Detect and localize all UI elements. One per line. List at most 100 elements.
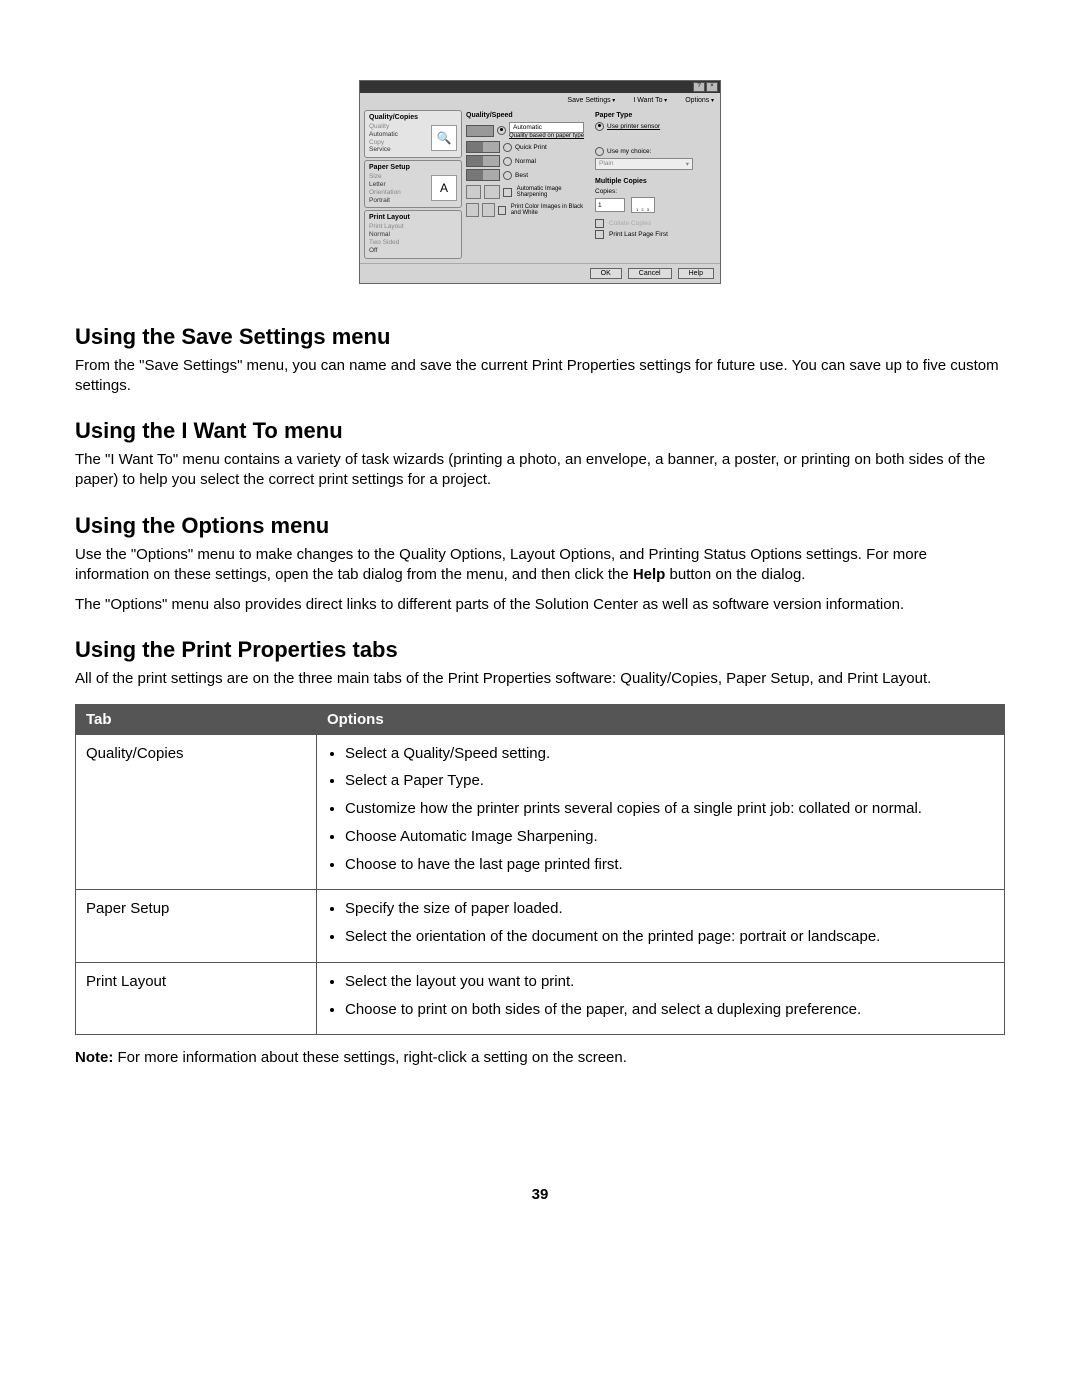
swatch-icon bbox=[466, 155, 500, 167]
thumb-icon bbox=[466, 185, 481, 199]
cell-tab-name: Quality/Copies bbox=[76, 734, 317, 890]
panel-line: Normal bbox=[369, 231, 457, 239]
select-value: Plain bbox=[599, 160, 613, 168]
checkbox-icon bbox=[595, 219, 604, 228]
radio-icon bbox=[595, 122, 604, 131]
option-label: Use my choice: bbox=[607, 148, 651, 155]
option-label: Collate Copies bbox=[609, 220, 651, 227]
body-text: Use the "Options" menu to make changes t… bbox=[75, 545, 1005, 586]
heading-i-want-to: Using the I Want To menu bbox=[75, 418, 1005, 444]
option-use-my-choice[interactable]: Use my choice: bbox=[595, 147, 713, 156]
ok-button[interactable]: OK bbox=[590, 268, 622, 279]
dialog-top-menus: Save Settings I Want To Options bbox=[360, 93, 720, 108]
print-properties-dialog: ? × Save Settings I Want To Options Qual… bbox=[359, 80, 721, 284]
help-button[interactable]: Help bbox=[678, 268, 714, 279]
paper-type-select[interactable]: Plain ▾ bbox=[595, 158, 693, 170]
options-table: Tab Options Quality/Copies Select a Qual… bbox=[75, 704, 1005, 1036]
list-item: Choose Automatic Image Sharpening. bbox=[345, 826, 994, 848]
body-text: The "Options" menu also provides direct … bbox=[75, 595, 1005, 615]
option-collate[interactable]: Collate Copies bbox=[595, 219, 713, 228]
list-item: Choose to print on both sides of the pap… bbox=[345, 999, 994, 1021]
option-label: Normal bbox=[515, 158, 536, 165]
option-print-bw[interactable]: Print Color Images in Black and White bbox=[466, 203, 591, 217]
radio-icon bbox=[503, 143, 512, 152]
group-paper-type: Paper Type bbox=[595, 112, 713, 119]
option-label: Print Color Images in Black and White bbox=[511, 204, 591, 216]
option-normal[interactable]: Normal bbox=[466, 155, 591, 167]
table-header-tab: Tab bbox=[76, 704, 317, 734]
copies-spinner[interactable]: 1 bbox=[595, 198, 625, 212]
radio-icon bbox=[503, 157, 512, 166]
note-text: Note: For more information about these s… bbox=[75, 1049, 1005, 1066]
list-item: Choose to have the last page printed fir… bbox=[345, 854, 994, 876]
option-label: Best bbox=[515, 172, 528, 179]
list-item: Specify the size of paper loaded. bbox=[345, 898, 994, 920]
tab-paper-setup[interactable]: Paper Setup Size Letter Orientation Port… bbox=[364, 160, 462, 208]
collate-icon: 1 2 3 bbox=[631, 197, 655, 213]
radio-icon bbox=[503, 171, 512, 180]
menu-save-settings[interactable]: Save Settings bbox=[567, 97, 615, 104]
body-text: From the "Save Settings" menu, you can n… bbox=[75, 356, 1005, 397]
body-text: The "I Want To" menu contains a variety … bbox=[75, 450, 1005, 491]
dialog-button-row: OK Cancel Help bbox=[360, 263, 720, 283]
list-item: Select the layout you want to print. bbox=[345, 971, 994, 993]
option-label: Use printer sensor bbox=[607, 123, 660, 130]
group-quality-speed: Quality/Speed bbox=[466, 112, 591, 119]
table-row: Print Layout Select the layout you want … bbox=[76, 962, 1005, 1035]
option-label: Quick Print bbox=[515, 144, 547, 151]
checkbox-icon bbox=[595, 230, 604, 239]
cell-options: Select the layout you want to print. Cho… bbox=[317, 962, 1005, 1035]
document-page: ? × Save Settings I Want To Options Qual… bbox=[0, 0, 1080, 1243]
table-header-options: Options bbox=[317, 704, 1005, 734]
tab-quality-copies[interactable]: Quality/Copies Quality Automatic Copy Se… bbox=[364, 110, 462, 158]
heading-print-properties-tabs: Using the Print Properties tabs bbox=[75, 637, 1005, 663]
option-label: Print Last Page First bbox=[609, 231, 668, 238]
menu-i-want-to[interactable]: I Want To bbox=[633, 97, 667, 104]
panel-title: Paper Setup bbox=[369, 164, 457, 171]
cell-options: Specify the size of paper loaded. Select… bbox=[317, 890, 1005, 963]
body-text: All of the print settings are on the thr… bbox=[75, 669, 1005, 689]
chevron-down-icon: ▾ bbox=[686, 160, 689, 168]
swatch-icon bbox=[466, 169, 500, 181]
option-label: Automatic bbox=[509, 122, 584, 133]
panel-title: Print Layout bbox=[369, 214, 457, 221]
panel-line: Print Layout bbox=[369, 223, 457, 231]
table-row: Paper Setup Specify the size of paper lo… bbox=[76, 890, 1005, 963]
list-item: Select the orientation of the document o… bbox=[345, 926, 994, 948]
option-quick-print[interactable]: Quick Print bbox=[466, 141, 591, 153]
option-use-sensor[interactable]: Use printer sensor bbox=[595, 122, 713, 131]
option-auto-sharpening[interactable]: Automatic Image Sharpening bbox=[466, 185, 591, 199]
magnifier-icon: 🔍 bbox=[431, 125, 457, 151]
cell-options: Select a Quality/Speed setting. Select a… bbox=[317, 734, 1005, 890]
thumb-icon bbox=[466, 203, 479, 217]
option-sublabel[interactable]: Quality based on paper type bbox=[509, 133, 584, 139]
option-label: Automatic Image Sharpening bbox=[517, 186, 591, 198]
radio-icon bbox=[595, 147, 604, 156]
option-best[interactable]: Best bbox=[466, 169, 591, 181]
menu-options[interactable]: Options bbox=[685, 97, 714, 104]
radio-icon bbox=[497, 126, 506, 135]
page-icon: A bbox=[431, 175, 457, 201]
option-last-page-first[interactable]: Print Last Page First bbox=[595, 230, 713, 239]
cancel-button[interactable]: Cancel bbox=[628, 268, 672, 279]
heading-save-settings: Using the Save Settings menu bbox=[75, 324, 1005, 350]
list-item: Customize how the printer prints several… bbox=[345, 798, 994, 820]
panel-line: Two Sided bbox=[369, 239, 457, 247]
tab-print-layout[interactable]: Print Layout Print Layout Normal Two Sid… bbox=[364, 210, 462, 258]
cell-tab-name: Paper Setup bbox=[76, 890, 317, 963]
swatch-icon bbox=[466, 141, 500, 153]
panel-title: Quality/Copies bbox=[369, 114, 457, 121]
copies-label: Copies: bbox=[595, 188, 713, 195]
checkbox-icon bbox=[503, 188, 512, 197]
list-item: Select a Quality/Speed setting. bbox=[345, 743, 994, 765]
close-icon[interactable]: × bbox=[706, 82, 718, 92]
checkbox-icon bbox=[498, 206, 506, 215]
option-automatic[interactable]: Automatic Quality based on paper type bbox=[466, 122, 591, 139]
group-multiple-copies: Multiple Copies bbox=[595, 178, 713, 185]
thumb-icon bbox=[484, 185, 499, 199]
cell-tab-name: Print Layout bbox=[76, 962, 317, 1035]
page-number: 39 bbox=[75, 1186, 1005, 1203]
help-icon[interactable]: ? bbox=[693, 82, 705, 92]
list-item: Select a Paper Type. bbox=[345, 770, 994, 792]
table-row: Quality/Copies Select a Quality/Speed se… bbox=[76, 734, 1005, 890]
